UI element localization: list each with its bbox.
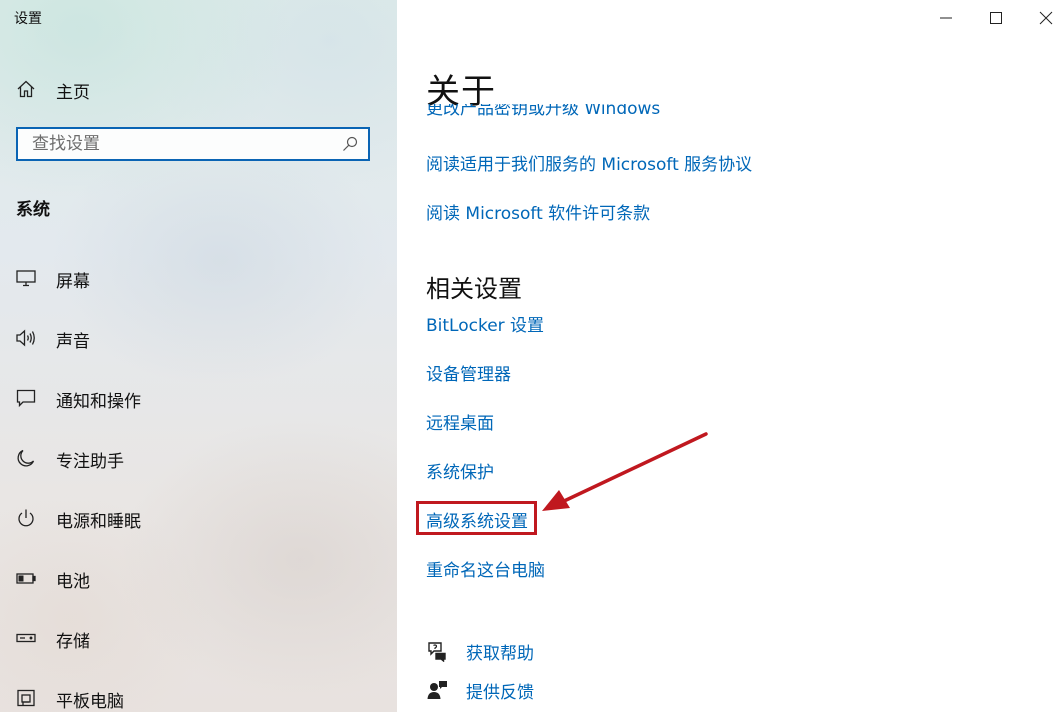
license-terms-link[interactable]: 阅读 Microsoft 软件许可条款 [426, 199, 650, 224]
notification-icon [16, 389, 36, 408]
sidebar-item-storage[interactable]: 存储 [0, 618, 397, 658]
sidebar-item-label: 电池 [56, 572, 90, 592]
sidebar-item-focus-assist[interactable]: 专注助手 [0, 438, 397, 478]
storage-icon [16, 633, 36, 643]
moon-icon [17, 449, 35, 467]
home-icon [17, 80, 35, 98]
get-help-row[interactable]: 获取帮助 [426, 637, 726, 665]
close-icon [1039, 11, 1053, 25]
close-button[interactable] [1021, 0, 1058, 34]
display-icon [16, 270, 36, 287]
battery-icon [16, 573, 36, 584]
minimize-button[interactable] [921, 0, 971, 34]
system-protection-link[interactable]: 系统保护 [426, 458, 494, 483]
annotation-highlight-box [416, 501, 537, 535]
sidebar-item-notifications[interactable]: 通知和操作 [0, 378, 397, 418]
sidebar: 设置 主页 系统 屏幕 声音 通知和操作 专 [0, 0, 397, 712]
window-title: 设置 [14, 11, 42, 27]
sidebar-item-tablet[interactable]: 平板电脑 [0, 678, 397, 712]
section-title: 系统 [16, 200, 50, 220]
sidebar-item-power-sleep[interactable]: 电源和睡眠 [0, 498, 397, 538]
sidebar-item-label: 平板电脑 [56, 692, 124, 712]
sidebar-item-label: 主页 [56, 83, 90, 103]
remote-desktop-link[interactable]: 远程桌面 [426, 409, 494, 434]
maximize-button[interactable] [971, 0, 1021, 34]
sidebar-item-label: 存储 [56, 632, 90, 652]
give-feedback-row[interactable]: 提供反馈 [426, 676, 726, 704]
bitlocker-settings-link[interactable]: BitLocker 设置 [426, 311, 544, 336]
minimize-icon [940, 17, 952, 19]
help-chat-icon [428, 642, 446, 662]
sidebar-item-sound[interactable]: 声音 [0, 318, 397, 358]
power-icon [18, 509, 34, 527]
search-input[interactable] [18, 129, 352, 159]
feedback-icon [427, 681, 447, 699]
sidebar-item-display[interactable]: 屏幕 [0, 258, 397, 298]
sidebar-item-battery[interactable]: 电池 [0, 558, 397, 598]
sidebar-item-home[interactable]: 主页 [0, 70, 397, 108]
give-feedback-link[interactable]: 提供反馈 [466, 678, 534, 703]
sidebar-item-label: 电源和睡眠 [56, 512, 141, 532]
sidebar-item-label: 专注助手 [56, 452, 124, 472]
related-settings-heading: 相关设置 [426, 275, 522, 303]
tablet-icon [17, 689, 35, 707]
change-product-key-link[interactable]: 更改产品密钥或升级 Windows [426, 104, 660, 117]
service-agreement-link[interactable]: 阅读适用于我们服务的 Microsoft 服务协议 [426, 150, 752, 175]
maximize-icon [990, 12, 1002, 24]
search-box[interactable] [16, 127, 370, 161]
sidebar-item-label: 通知和操作 [56, 392, 141, 412]
partial-link-clip: 更改产品密钥或升级 Windows [426, 104, 826, 117]
sidebar-item-label: 声音 [56, 332, 90, 352]
device-manager-link[interactable]: 设备管理器 [426, 360, 511, 385]
speaker-icon [16, 329, 35, 347]
search-icon[interactable] [342, 136, 358, 152]
sidebar-item-label: 屏幕 [56, 272, 90, 292]
get-help-link[interactable]: 获取帮助 [466, 639, 534, 664]
main-content: 关于 更改产品密钥或升级 Windows 阅读适用于我们服务的 Microsof… [397, 0, 1058, 712]
annotation-arrow-icon [542, 432, 708, 511]
rename-pc-link[interactable]: 重命名这台电脑 [426, 556, 545, 581]
